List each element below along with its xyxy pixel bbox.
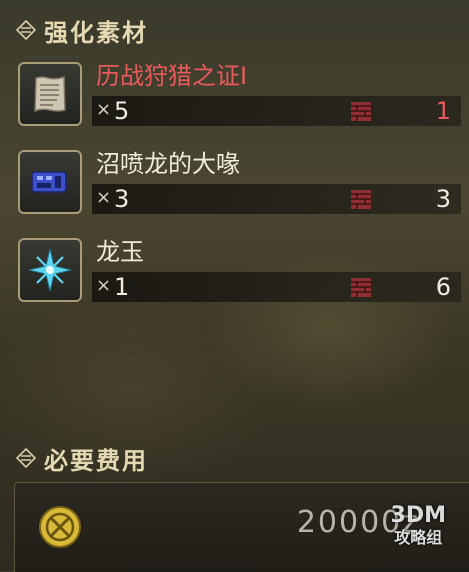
- material-name: 历战狩猎之证Ⅰ: [96, 62, 248, 90]
- quantity-bar: × 5 1: [92, 96, 461, 126]
- material-icon-frame: [18, 150, 82, 214]
- quantity-multiplier: ×: [96, 275, 112, 296]
- required-quantity: 3: [114, 185, 130, 213]
- parchment-icon: [34, 75, 66, 113]
- material-icon-frame: [18, 62, 82, 126]
- item-box-icon: [351, 102, 371, 121]
- material-name: 沼喷龙的大喙: [96, 150, 240, 178]
- watermark-line-2: 攻略组: [394, 528, 443, 547]
- cost-section-title: 必要费用: [44, 446, 148, 475]
- quantity-bar: × 3 3: [92, 184, 461, 214]
- section-diamond-icon: [16, 448, 36, 468]
- cost-panel: 20000z 3DM 攻略组: [14, 482, 469, 572]
- zenny-coin-icon: [39, 506, 81, 548]
- materials-section-title: 强化素材: [44, 18, 148, 47]
- item-box-icon: [351, 278, 371, 297]
- section-diamond-icon: [16, 20, 36, 40]
- owned-quantity: 3: [435, 185, 451, 213]
- dragon-gem-icon: [28, 248, 72, 292]
- material-row[interactable]: 历战狩猎之证Ⅰ × 5 1: [16, 60, 461, 136]
- material-row[interactable]: 龙玉 × 1 6: [16, 236, 461, 312]
- required-quantity: 5: [114, 97, 130, 125]
- material-name: 龙玉: [96, 238, 144, 266]
- quantity-multiplier: ×: [96, 187, 112, 208]
- owned-quantity: 6: [435, 273, 451, 301]
- beak-icon: [31, 171, 67, 193]
- quantity-multiplier: ×: [96, 99, 112, 120]
- site-watermark: 3DM 攻略组: [391, 505, 446, 549]
- watermark-line-1: 3DM: [390, 503, 446, 528]
- required-quantity: 1: [114, 273, 130, 301]
- material-icon-frame: [18, 238, 82, 302]
- materials-section-header: 强化素材: [16, 12, 148, 48]
- owned-quantity: 1: [435, 97, 451, 125]
- item-box-icon: [351, 190, 371, 209]
- material-row[interactable]: 沼喷龙的大喙 × 3 3: [16, 148, 461, 224]
- quantity-bar: × 1 6: [92, 272, 461, 302]
- cost-section-header: 必要费用: [16, 440, 148, 476]
